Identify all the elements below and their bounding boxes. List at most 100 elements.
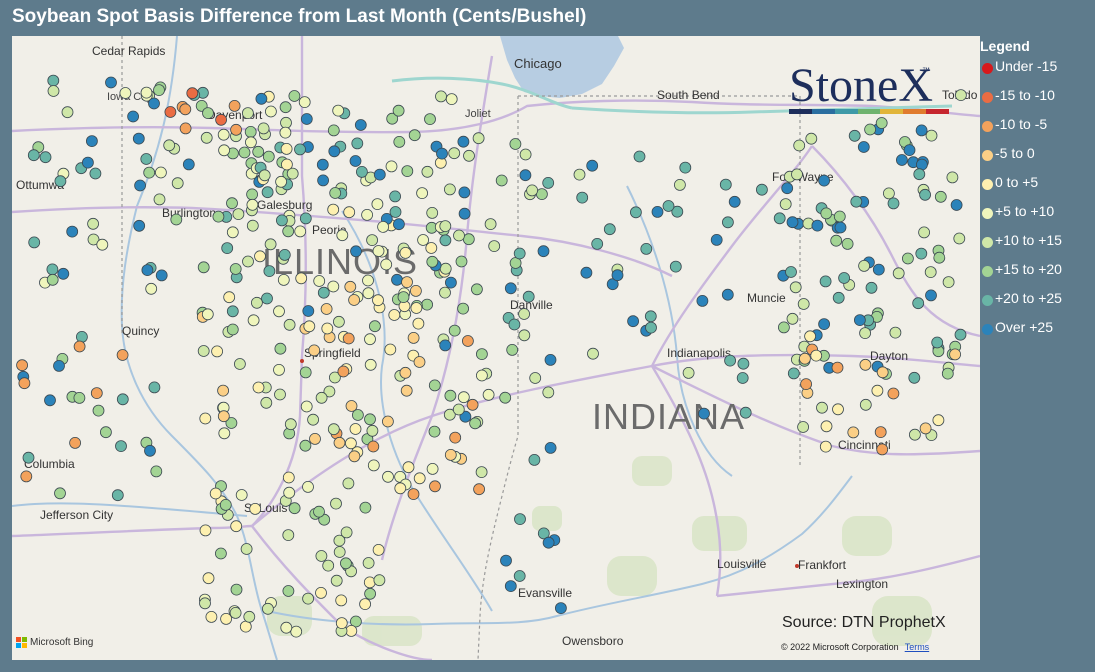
basis-point[interactable] bbox=[100, 426, 112, 439]
basis-point[interactable] bbox=[470, 283, 483, 296]
basis-point[interactable] bbox=[364, 333, 376, 346]
basis-point[interactable] bbox=[372, 245, 385, 257]
basis-point[interactable] bbox=[633, 150, 646, 163]
basis-point[interactable] bbox=[249, 502, 262, 515]
basis-point[interactable] bbox=[436, 147, 448, 160]
basis-point[interactable] bbox=[445, 93, 458, 105]
basis-point[interactable] bbox=[44, 394, 56, 407]
basis-point[interactable] bbox=[239, 620, 252, 633]
basis-point[interactable] bbox=[221, 242, 234, 255]
basis-point[interactable] bbox=[288, 502, 301, 515]
basis-point[interactable] bbox=[217, 410, 230, 423]
basis-point[interactable] bbox=[54, 487, 66, 500]
basis-point[interactable] bbox=[279, 126, 292, 139]
basis-point[interactable] bbox=[250, 296, 263, 309]
basis-point[interactable] bbox=[838, 272, 850, 284]
basis-point[interactable] bbox=[508, 318, 521, 331]
basis-point[interactable] bbox=[457, 302, 470, 315]
basis-point[interactable] bbox=[145, 282, 158, 295]
basis-point[interactable] bbox=[226, 323, 239, 336]
basis-point[interactable] bbox=[721, 288, 734, 301]
basis-point[interactable] bbox=[232, 208, 245, 221]
bing-attribution[interactable]: Microsoft Bing bbox=[16, 637, 93, 648]
basis-point[interactable] bbox=[382, 470, 394, 483]
basis-point[interactable] bbox=[333, 546, 346, 558]
basis-point[interactable] bbox=[275, 175, 288, 188]
basis-point[interactable] bbox=[818, 318, 830, 331]
basis-point[interactable] bbox=[475, 348, 488, 361]
basis-point[interactable] bbox=[859, 358, 872, 371]
terms-link[interactable]: Terms bbox=[905, 642, 930, 652]
basis-point[interactable] bbox=[274, 342, 287, 355]
basis-point[interactable] bbox=[858, 259, 870, 272]
basis-point[interactable] bbox=[645, 321, 657, 334]
basis-point[interactable] bbox=[200, 131, 213, 144]
basis-point[interactable] bbox=[69, 436, 81, 449]
basis-point[interactable] bbox=[150, 465, 163, 478]
basis-point[interactable] bbox=[773, 212, 786, 225]
basis-point[interactable] bbox=[428, 379, 441, 392]
basis-point[interactable] bbox=[506, 343, 519, 356]
basis-point[interactable] bbox=[327, 423, 340, 436]
basis-point[interactable] bbox=[261, 186, 274, 199]
basis-point[interactable] bbox=[739, 406, 752, 419]
basis-point[interactable] bbox=[27, 149, 40, 162]
basis-point[interactable] bbox=[282, 585, 295, 597]
basis-point[interactable] bbox=[847, 426, 860, 439]
basis-point[interactable] bbox=[330, 497, 342, 510]
basis-point[interactable] bbox=[883, 187, 895, 200]
basis-point[interactable] bbox=[233, 358, 246, 370]
basis-point[interactable] bbox=[140, 86, 153, 99]
basis-point[interactable] bbox=[348, 294, 361, 306]
basis-point[interactable] bbox=[238, 146, 251, 159]
basis-point[interactable] bbox=[362, 274, 374, 287]
basis-point[interactable] bbox=[696, 294, 709, 307]
basis-point[interactable] bbox=[912, 297, 925, 310]
basis-point[interactable] bbox=[47, 74, 60, 87]
basis-point[interactable] bbox=[841, 237, 854, 250]
basis-point[interactable] bbox=[644, 310, 657, 323]
basis-point[interactable] bbox=[171, 177, 184, 190]
basis-point[interactable] bbox=[449, 431, 462, 444]
basis-point[interactable] bbox=[359, 501, 372, 514]
basis-point[interactable] bbox=[519, 169, 532, 182]
basis-point[interactable] bbox=[349, 155, 362, 167]
basis-point[interactable] bbox=[240, 543, 253, 555]
basis-point[interactable] bbox=[876, 366, 889, 379]
basis-point[interactable] bbox=[555, 602, 567, 614]
basis-point[interactable] bbox=[953, 232, 966, 245]
basis-point[interactable] bbox=[640, 242, 653, 255]
basis-point[interactable] bbox=[18, 377, 31, 390]
basis-point[interactable] bbox=[317, 286, 330, 299]
basis-point[interactable] bbox=[439, 234, 452, 247]
basis-point[interactable] bbox=[343, 206, 356, 219]
basis-point[interactable] bbox=[931, 336, 944, 349]
basis-point[interactable] bbox=[463, 149, 475, 162]
basis-point[interactable] bbox=[73, 340, 86, 353]
basis-point[interactable] bbox=[819, 275, 832, 288]
basis-point[interactable] bbox=[785, 266, 797, 278]
basis-point[interactable] bbox=[719, 178, 732, 191]
legend-item[interactable]: 0 to +5 bbox=[980, 170, 1095, 199]
basis-point[interactable] bbox=[230, 583, 243, 596]
basis-point[interactable] bbox=[854, 314, 866, 327]
basis-point[interactable] bbox=[212, 210, 225, 223]
basis-point[interactable] bbox=[443, 183, 456, 196]
basis-point[interactable] bbox=[452, 403, 465, 416]
basis-point[interactable] bbox=[155, 269, 168, 282]
basis-point[interactable] bbox=[426, 462, 439, 475]
basis-point[interactable] bbox=[335, 594, 348, 607]
basis-point[interactable] bbox=[925, 289, 937, 302]
basis-point[interactable] bbox=[367, 440, 380, 453]
basis-point[interactable] bbox=[453, 229, 465, 242]
basis-point[interactable] bbox=[66, 225, 79, 238]
basis-point[interactable] bbox=[299, 212, 312, 225]
basis-point[interactable] bbox=[274, 388, 286, 401]
basis-point[interactable] bbox=[280, 116, 292, 129]
basis-point[interactable] bbox=[364, 587, 377, 600]
basis-point[interactable] bbox=[337, 365, 350, 378]
basis-point[interactable] bbox=[537, 245, 550, 258]
basis-point[interactable] bbox=[781, 182, 794, 195]
basis-point[interactable] bbox=[355, 165, 368, 178]
basis-point[interactable] bbox=[313, 275, 326, 287]
